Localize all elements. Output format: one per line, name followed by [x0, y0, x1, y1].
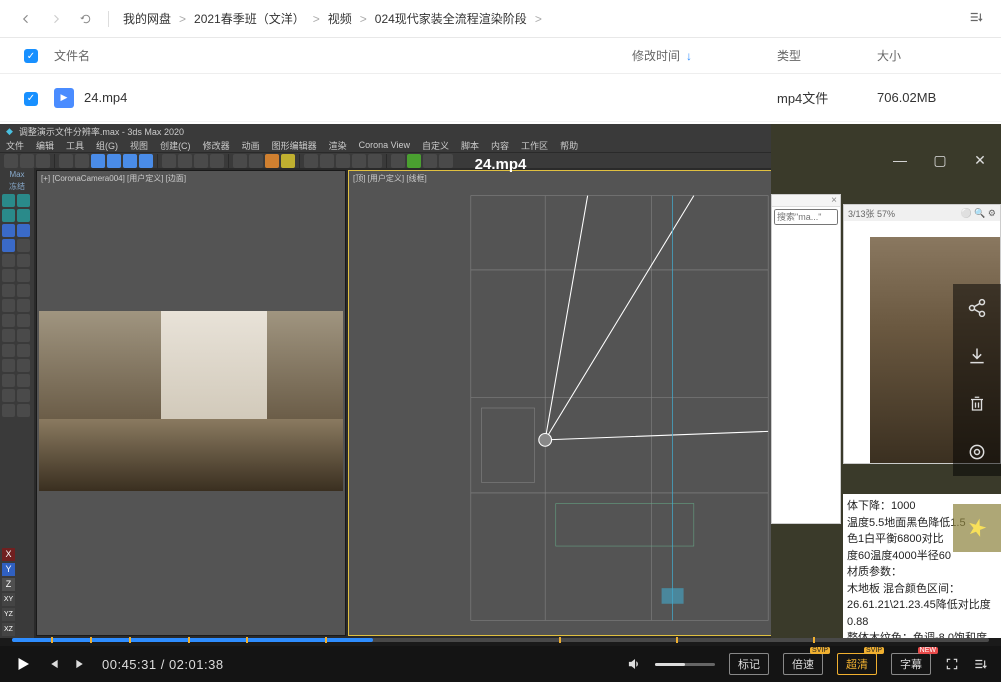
volume-slider[interactable] [655, 663, 715, 666]
close-icon[interactable]: ✕ [973, 152, 987, 169]
axis-x-label: X [2, 548, 15, 561]
select-all-checkbox[interactable]: ✓ [24, 49, 38, 63]
video-controls: 00:45:31 / 02:01:38 标记 倍速 SVIP 超清 SVIP 字… [0, 646, 1001, 682]
video-player: 24.mp4 ◆ 调整演示文件分辨率.max - 3ds Max 2020 文件… [0, 124, 1001, 682]
nav-forward-button[interactable] [48, 11, 64, 27]
progress-bar[interactable] [0, 638, 1001, 646]
minimize-icon[interactable]: — [893, 152, 907, 169]
breadcrumb: 我的网盘> 2021春季班（文洋）> 视频> 024现代家装全流程渲染阶段> [123, 10, 542, 27]
search-input[interactable] [774, 209, 838, 225]
column-size[interactable]: 大小 [877, 47, 977, 64]
delete-button[interactable] [953, 380, 1001, 428]
file-explorer-window: × [771, 194, 841, 524]
playlist-button[interactable] [973, 657, 987, 671]
nav-back-button[interactable] [18, 11, 34, 27]
nav-refresh-button[interactable] [78, 11, 94, 27]
breadcrumb-bar: 我的网盘> 2021春季班（文洋）> 视频> 024现代家装全流程渲染阶段> [0, 0, 1001, 38]
next-button[interactable] [74, 657, 88, 671]
sort-button[interactable] [969, 10, 983, 27]
file-type: mp4文件 [777, 88, 877, 107]
file-name: 24.mp4 [84, 90, 127, 105]
volume-button[interactable] [627, 657, 641, 671]
axis-y-label: Y [2, 563, 15, 576]
axis-z-label: Z [2, 578, 15, 591]
quality-button[interactable]: 超清 SVIP [837, 653, 877, 675]
video-title: 24.mp4 [475, 156, 527, 173]
maximize-icon[interactable]: ▢ [933, 152, 947, 169]
row-checkbox[interactable]: ✓ [24, 92, 38, 106]
column-name[interactable]: 文件名 [54, 47, 632, 64]
side-toolbar [953, 284, 1001, 552]
breadcrumb-item[interactable]: 我的网盘 [123, 10, 171, 27]
subtitle-button[interactable]: 字幕 NEW [891, 653, 931, 675]
column-type[interactable]: 类型 [777, 47, 877, 64]
3dsmax-leftbar: Max 冻结 X Y Z XY YZ XZ [0, 168, 34, 638]
viewport-camera[interactable]: [+] [CoronaCamera004] [用户定义] [边面] [36, 170, 346, 636]
table-header: ✓ 文件名 修改时间 ↓ 类型 大小 [0, 38, 1001, 74]
column-time[interactable]: 修改时间 ↓ [632, 47, 777, 64]
speed-button[interactable]: 倍速 SVIP [783, 653, 823, 675]
breadcrumb-item[interactable]: 2021春季班（文洋） [194, 10, 305, 27]
kitchen-render-preview [39, 311, 343, 491]
mark-button[interactable]: 标记 [729, 653, 769, 675]
sort-arrow-icon: ↓ [686, 49, 692, 63]
play-button[interactable] [14, 655, 32, 673]
prev-button[interactable] [46, 657, 60, 671]
share-button[interactable] [953, 284, 1001, 332]
file-size: 706.02MB [877, 90, 977, 105]
download-button[interactable] [953, 332, 1001, 380]
time-display: 00:45:31 / 02:01:38 [102, 657, 224, 672]
fullscreen-button[interactable] [945, 657, 959, 671]
video-file-icon: ▶ [54, 88, 74, 108]
breadcrumb-item[interactable]: 视频 [328, 10, 352, 27]
table-row[interactable]: ✓ ▶ 24.mp4 mp4文件 706.02MB [0, 74, 1001, 122]
record-button[interactable] [953, 428, 1001, 476]
breadcrumb-item[interactable]: 024现代家装全流程渲染阶段 [375, 10, 527, 27]
pin-button[interactable] [953, 504, 1001, 552]
